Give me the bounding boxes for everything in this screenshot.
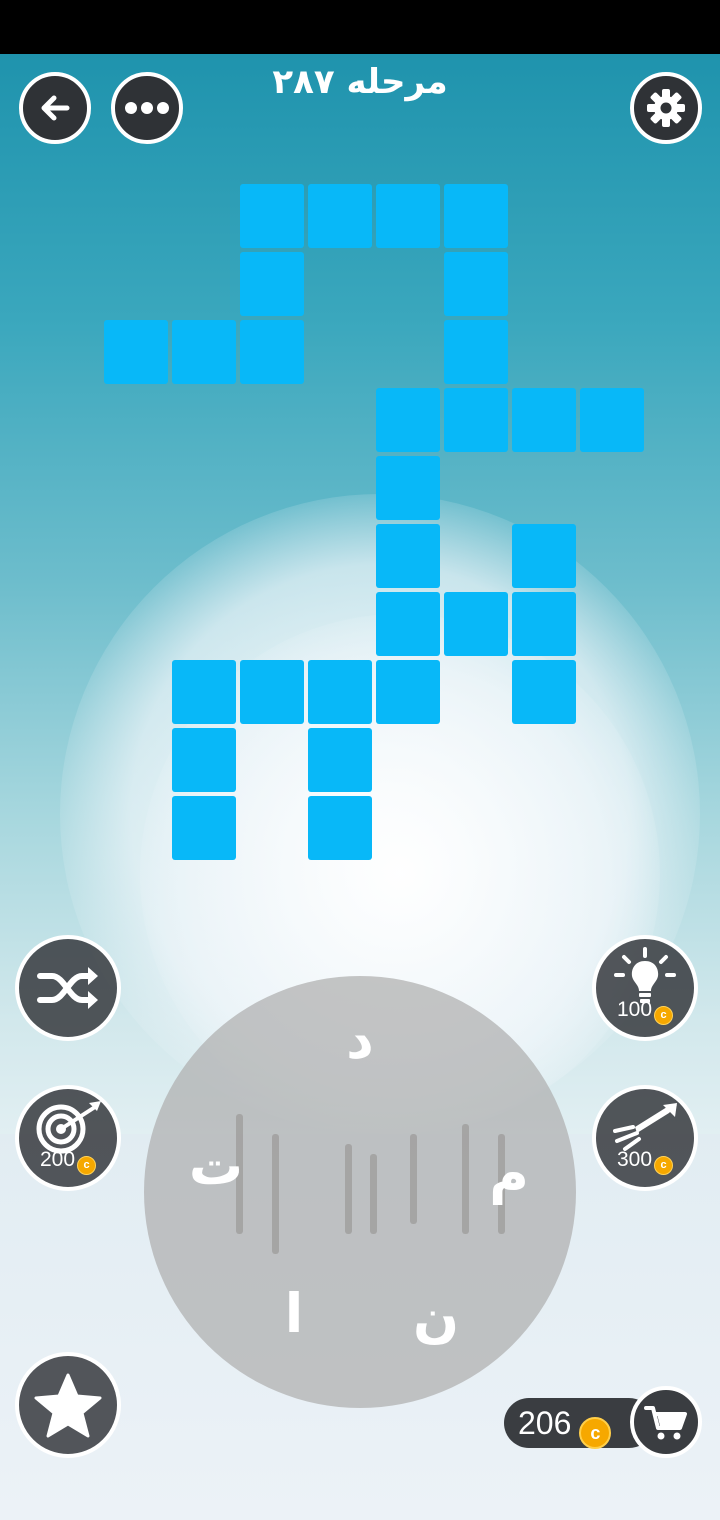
shop-button[interactable] [630, 1386, 702, 1458]
grid-cell [240, 252, 304, 316]
grid-cell [444, 388, 508, 452]
coin-icon: c [654, 1156, 674, 1175]
star-icon [34, 1373, 102, 1438]
shopping-cart-icon [644, 1406, 687, 1440]
wheel-letter[interactable]: د [320, 1000, 400, 1080]
hint-button[interactable]: 100 c [592, 935, 698, 1041]
grid-cell [512, 524, 576, 588]
grid-cell [376, 184, 440, 248]
target-cost: 200 c [19, 1148, 117, 1175]
grid-cell [308, 660, 372, 724]
coin-balance-value: 206 [518, 1405, 572, 1441]
grid-cell [444, 320, 508, 384]
grid-cell [240, 660, 304, 724]
grid-cell [512, 660, 576, 724]
wheel-letter[interactable]: ت [176, 1126, 256, 1206]
back-button[interactable] [19, 72, 91, 144]
rocket-cost-value: 300 [616, 1148, 653, 1171]
target-cost-value: 200 [39, 1148, 76, 1171]
hint-cost: 100 c [596, 998, 694, 1025]
status-bar [0, 0, 720, 54]
level-title: مرحله ۲۸۷ [272, 62, 448, 102]
grid-cell [580, 388, 644, 452]
grid-cell [240, 320, 304, 384]
grid-cell [308, 728, 372, 792]
grid-cell [240, 184, 304, 248]
shuffle-icon [37, 967, 98, 1009]
wheel-letter[interactable]: م [469, 1134, 549, 1214]
more-menu-button[interactable] [111, 72, 183, 144]
settings-button[interactable] [630, 72, 702, 144]
grid-cell [172, 796, 236, 860]
letter-wheel[interactable]: د م ن ا ت [144, 976, 576, 1408]
wheel-letter[interactable]: ن [396, 1278, 476, 1358]
hint-cost-value: 100 [616, 998, 653, 1021]
grid-cell [444, 252, 508, 316]
grid-cell [512, 592, 576, 656]
coin-icon: c [654, 1006, 674, 1025]
wheel-letter[interactable]: ا [254, 1274, 334, 1354]
grid-cell [376, 592, 440, 656]
target-button[interactable]: 200 c [15, 1085, 121, 1191]
grid-cell [308, 796, 372, 860]
grid-cell [376, 388, 440, 452]
grid-cell [308, 184, 372, 248]
grid-cell [172, 660, 236, 724]
rocket-cost: 300 c [596, 1148, 694, 1175]
grid-cell [172, 728, 236, 792]
grid-cell [376, 524, 440, 588]
coin-icon: c [77, 1156, 97, 1175]
arrow-left-icon [41, 95, 70, 121]
coin-icon: c [579, 1417, 612, 1449]
rocket-button[interactable]: 300 c [592, 1085, 698, 1191]
grid-cell [376, 660, 440, 724]
grid-cell [444, 592, 508, 656]
grid-cell [104, 320, 168, 384]
grid-cell [512, 388, 576, 452]
gear-icon [647, 89, 685, 127]
grid-cell [172, 320, 236, 384]
shuffle-button[interactable] [15, 935, 121, 1041]
more-dots-icon [125, 102, 169, 114]
favorite-button[interactable] [15, 1352, 121, 1458]
grid-cell [444, 184, 508, 248]
grid-cell [376, 456, 440, 520]
